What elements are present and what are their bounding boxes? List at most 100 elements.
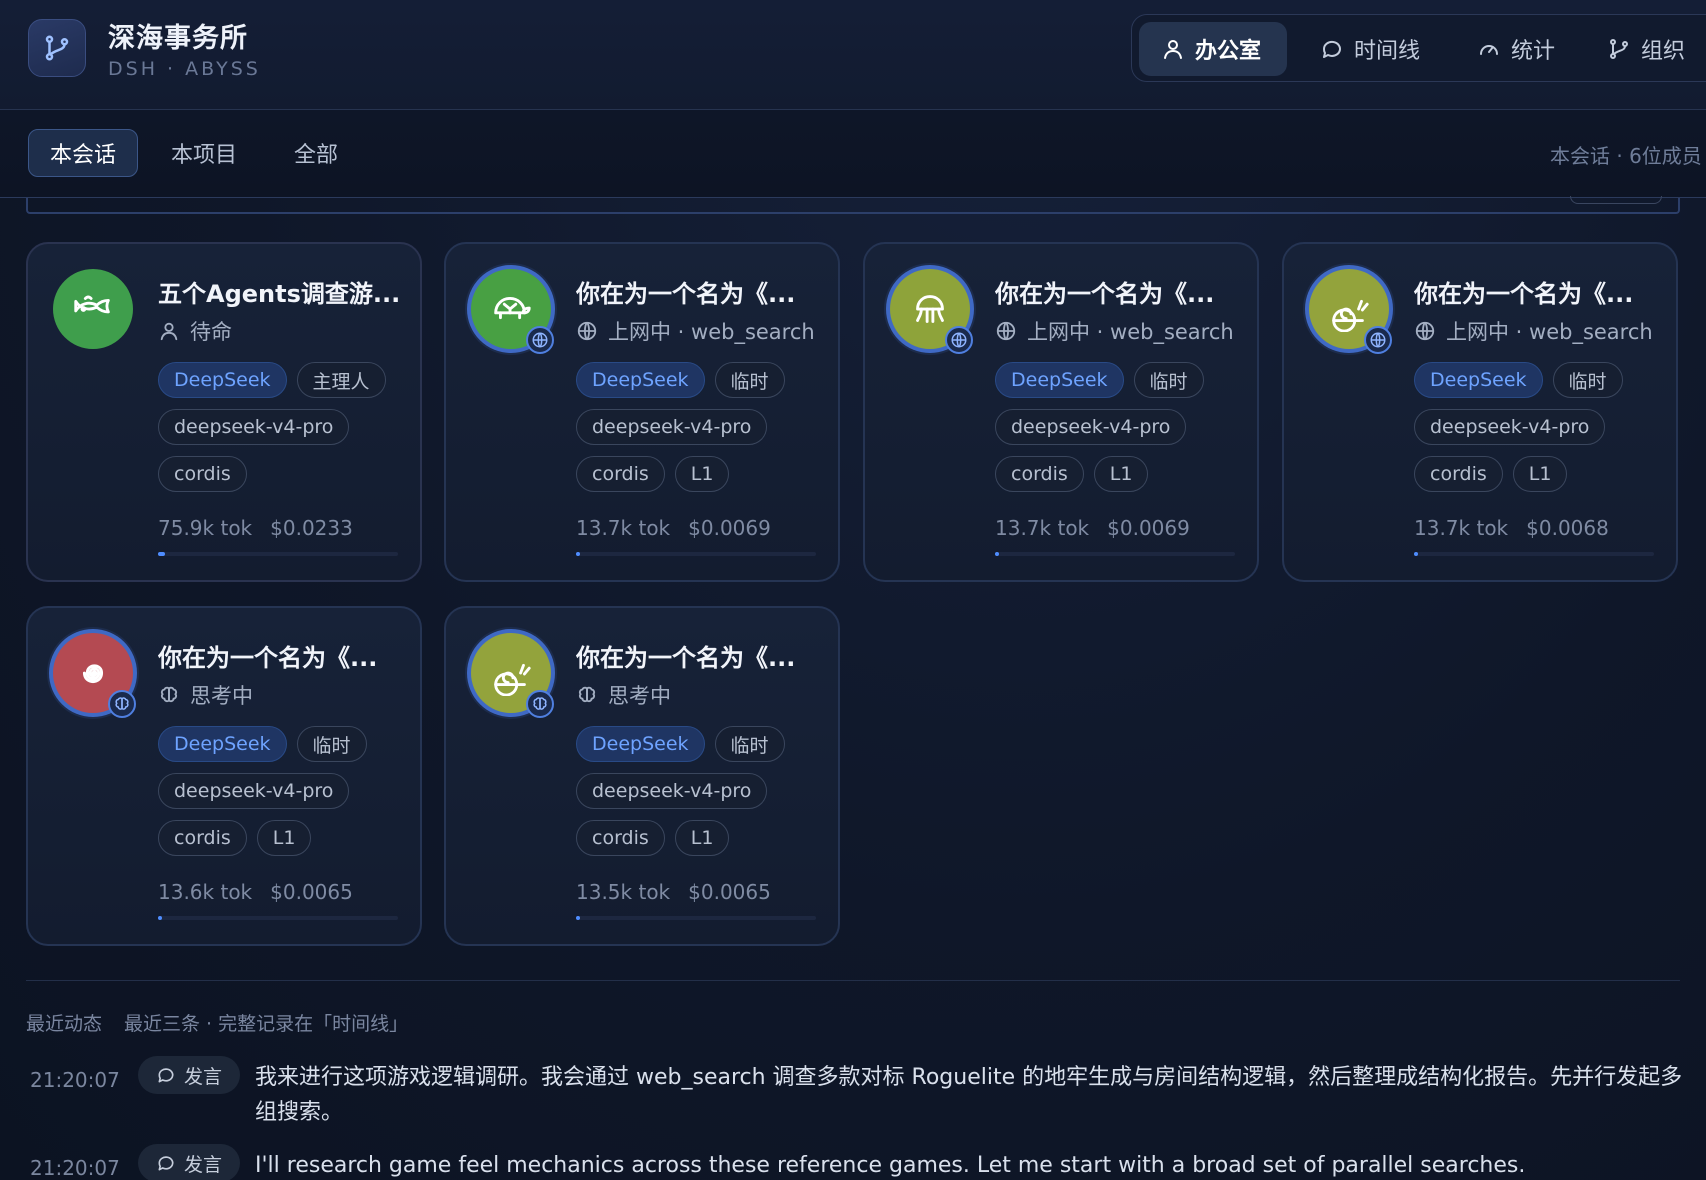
- user-icon: [160, 322, 178, 341]
- agent-card[interactable]: 五个Agents调查游... 待命 DeepSeek 主理人 deepseek-…: [26, 242, 422, 582]
- tag-model: deepseek-v4-pro: [576, 409, 768, 445]
- tag-level: L1: [256, 820, 312, 856]
- agent-title: 你在为一个名为《...: [995, 280, 1215, 308]
- chat-bubble-icon: [1322, 40, 1341, 58]
- globe-icon: [1415, 321, 1435, 341]
- tag-workspace: cordis: [158, 456, 247, 492]
- agent-card[interactable]: 你在为一个名为《... 思考中 DeepSeek 临时 deepseek-v4-…: [444, 606, 840, 946]
- activity-kind: 发言: [183, 1065, 222, 1088]
- agent-card[interactable]: 你在为一个名为《... 上网中 · web_search DeepSeek 临时…: [863, 242, 1259, 582]
- agent-usage-bar: [995, 552, 1235, 556]
- agent-usage-bar: [158, 916, 398, 920]
- tag-workspace: cordis: [1414, 456, 1503, 492]
- collapsed-panel-edge: [26, 198, 1680, 214]
- tag-workspace: cordis: [995, 456, 1084, 492]
- brain-icon: [115, 697, 129, 710]
- agent-usage-fill: [576, 916, 580, 920]
- agent-status-label: 待命: [190, 320, 232, 344]
- section-divider: [26, 980, 1680, 981]
- tag-provider: DeepSeek: [995, 362, 1124, 398]
- tag-role: 临时: [714, 362, 785, 398]
- activity-text: I'll research game feel mechanics across…: [255, 1153, 1526, 1178]
- tag-model: deepseek-v4-pro: [995, 409, 1187, 445]
- fish-icon: [74, 295, 110, 314]
- agent-usage-fill: [576, 552, 580, 556]
- nav-stats[interactable]: 统计: [1455, 22, 1577, 76]
- tag-model: deepseek-v4-pro: [1414, 409, 1606, 445]
- activity-time: 21:20:07: [30, 1068, 120, 1092]
- activity-badge: [526, 326, 554, 354]
- agent-tags: DeepSeek 临时 deepseek-v4-pro cordis L1: [576, 726, 826, 856]
- agent-card[interactable]: 你在为一个名为《... 上网中 · web_search DeepSeek 临时…: [1282, 242, 1678, 582]
- agent-tokens: 13.7k tok: [1414, 516, 1509, 540]
- snail-icon: [494, 663, 531, 696]
- agent-usage-bar: [576, 552, 816, 556]
- top-header: 深海事务所 DSH · ABYSS 办公室 时间线 统计 组织: [0, 0, 1706, 110]
- brain-icon: [578, 686, 596, 703]
- brand-subtitle: DSH · ABYSS: [108, 58, 261, 80]
- tab-this-project[interactable]: 本项目: [152, 129, 256, 177]
- globe-icon: [532, 332, 548, 348]
- tag-role: 临时: [714, 726, 785, 762]
- nav-timeline[interactable]: 时间线: [1298, 22, 1442, 76]
- nav-org[interactable]: 组织: [1585, 22, 1706, 76]
- tag-provider: DeepSeek: [158, 726, 287, 762]
- globe-icon: [996, 321, 1016, 341]
- agent-usage-fill: [1414, 552, 1418, 556]
- brain-icon: [533, 697, 547, 710]
- activity-badge: [1364, 326, 1392, 354]
- agent-status-label: 思考中: [608, 684, 671, 708]
- tag-workspace: cordis: [576, 456, 665, 492]
- agent-tags: DeepSeek 主理人 deepseek-v4-pro cordis: [158, 362, 408, 492]
- globe-icon: [1370, 332, 1386, 348]
- activity-header: 最近动态 最近三条 · 完整记录在「时间线」: [26, 1009, 408, 1036]
- collapsed-panel-button[interactable]: [1570, 196, 1662, 204]
- branch-icon: [45, 35, 69, 61]
- agent-usage: 13.6k tok $0.0065: [158, 880, 353, 904]
- agent-usage-bar: [158, 552, 398, 556]
- agent-card[interactable]: 你在为一个名为《... 思考中 DeepSeek 临时 deepseek-v4-…: [26, 606, 422, 946]
- agent-usage: 13.7k tok $0.0069: [995, 516, 1190, 540]
- agent-status: 上网中 · web_search: [576, 316, 826, 346]
- tag-level: L1: [1512, 456, 1568, 492]
- member-count-info: 本会话 · 6位成员: [1550, 144, 1702, 168]
- nav-office[interactable]: 办公室: [1139, 22, 1287, 76]
- user-icon: [1164, 40, 1182, 59]
- agent-usage: 13.7k tok $0.0069: [576, 516, 771, 540]
- jellyfish-icon: [916, 295, 944, 323]
- agent-cost: $0.0233: [270, 516, 353, 540]
- app-window: 深海事务所 DSH · ABYSS 办公室 时间线 统计 组织 本会话 本项目: [0, 0, 1706, 1180]
- globe-icon: [577, 321, 597, 341]
- agent-tokens: 13.5k tok: [576, 880, 671, 904]
- agent-title: 五个Agents调查游...: [158, 280, 401, 308]
- tag-model: deepseek-v4-pro: [576, 773, 768, 809]
- tag-provider: DeepSeek: [158, 362, 287, 398]
- agent-cost: $0.0068: [1526, 516, 1609, 540]
- agent-title: 你在为一个名为《...: [576, 644, 796, 672]
- brand-logo[interactable]: [28, 19, 86, 77]
- agent-tokens: 75.9k tok: [158, 516, 253, 540]
- tab-all[interactable]: 全部: [272, 129, 360, 177]
- activity-kind: 发言: [183, 1153, 222, 1176]
- tag-provider: DeepSeek: [576, 726, 705, 762]
- activity-kind-chip: 发言: [138, 1056, 240, 1094]
- agent-cost: $0.0069: [688, 516, 771, 540]
- tag-level: L1: [674, 456, 730, 492]
- agent-status-label: 上网中 · web_search: [1027, 320, 1234, 344]
- spiral-icon: [82, 664, 104, 684]
- agent-cost: $0.0069: [1107, 516, 1190, 540]
- activity-title: 最近动态: [26, 1013, 103, 1035]
- agent-avatar: [53, 269, 133, 349]
- main-nav: 办公室 时间线 统计 组织: [1131, 14, 1706, 82]
- brain-icon: [160, 686, 178, 703]
- activity-item[interactable]: 21:20:07 发言 我来进行这项游戏逻辑调研。我会通过 web_search…: [26, 1056, 1682, 1130]
- agent-cost: $0.0065: [688, 880, 771, 904]
- tag-model: deepseek-v4-pro: [158, 409, 350, 445]
- nav-org-label: 组织: [1641, 39, 1686, 64]
- agent-card[interactable]: 你在为一个名为《... 上网中 · web_search DeepSeek 临时…: [444, 242, 840, 582]
- tab-this-session[interactable]: 本会话: [28, 129, 138, 177]
- agent-title: 你在为一个名为《...: [576, 280, 796, 308]
- agent-status: 待命: [158, 316, 408, 346]
- activity-item[interactable]: 21:20:07 发言 I'll research game feel mech…: [26, 1144, 1680, 1180]
- tag-role: 临时: [296, 726, 367, 762]
